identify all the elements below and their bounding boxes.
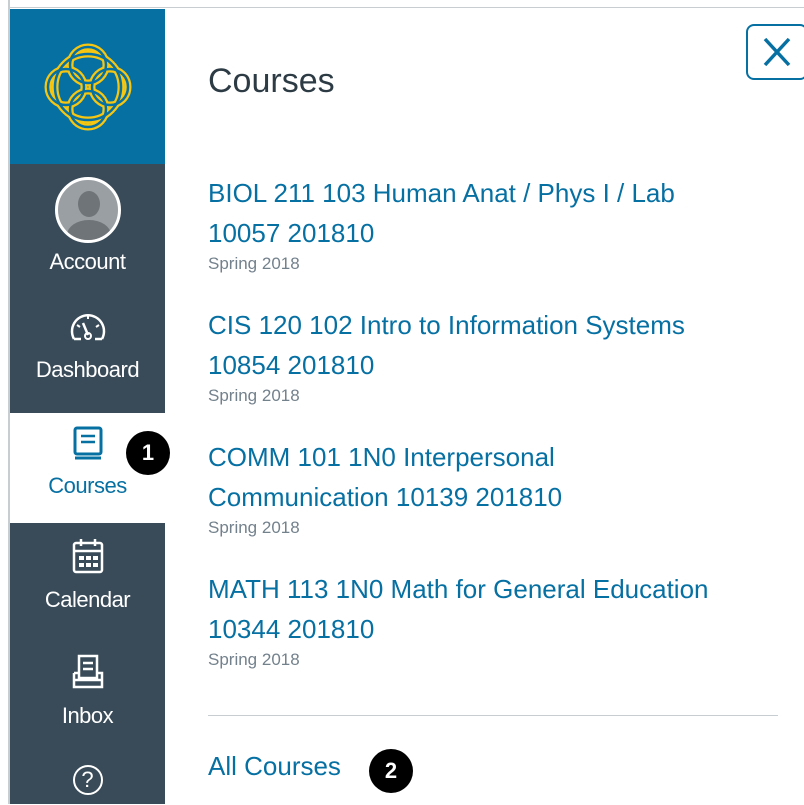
course-name-line2: 10057 201810	[208, 218, 375, 248]
all-courses-link[interactable]: All Courses	[208, 751, 341, 782]
avatar-icon	[54, 177, 121, 243]
course-term: Spring 2018	[208, 386, 300, 405]
window-left-edge	[0, 0, 10, 804]
nav-item-calendar[interactable]: Calendar	[10, 537, 165, 632]
tray-divider	[208, 715, 778, 716]
course-name-line2: 10344 201810	[208, 614, 375, 644]
course-item: BIOL 211 103 Human Anat / Phys I / Lab 1…	[208, 173, 788, 275]
course-link[interactable]: COMM 101 1N0 Interpersonal Communication…	[208, 437, 788, 517]
close-icon	[763, 37, 791, 67]
courses-tray: Courses BIOL 211 103 Human Anat / Phys I…	[165, 9, 804, 804]
window-top-edge	[0, 0, 804, 8]
close-tray-button[interactable]	[746, 24, 804, 80]
nav-item-label: Courses	[48, 473, 127, 498]
course-link[interactable]: MATH 113 1N0 Math for General Education …	[208, 569, 788, 649]
nav-item-label: Account	[49, 249, 127, 274]
institution-logo[interactable]	[10, 9, 165, 164]
course-name-line2: 10854 201810	[208, 350, 375, 380]
nav-item-label: Inbox	[61, 703, 114, 728]
course-name-line1: BIOL 211 103 Human Anat / Phys I / Lab	[208, 178, 675, 208]
help-glyph: ?	[81, 767, 94, 792]
courses-book-icon	[73, 426, 102, 460]
nav-item-dashboard[interactable]: Dashboard	[10, 309, 165, 407]
course-item: COMM 101 1N0 Interpersonal Communication…	[208, 437, 788, 539]
course-name-line1: COMM 101 1N0 Interpersonal	[208, 442, 555, 472]
nav-item-label: Calendar	[44, 587, 131, 612]
inbox-icon	[72, 654, 103, 689]
course-name-line2: Communication 10139 201810	[208, 482, 563, 512]
nav-item-label: Dashboard	[35, 357, 140, 382]
nav-item-inbox[interactable]: Inbox	[10, 653, 165, 748]
course-term: Spring 2018	[208, 518, 300, 537]
course-term: Spring 2018	[208, 650, 300, 669]
course-name-line1: CIS 120 102 Intro to Information Systems	[208, 310, 685, 340]
step-badge-1: 1	[126, 431, 170, 475]
course-link[interactable]: CIS 120 102 Intro to Information Systems…	[208, 305, 788, 385]
calendar-icon	[72, 539, 103, 574]
course-item: MATH 113 1N0 Math for General Education …	[208, 569, 788, 671]
celtic-knot-logo-icon	[44, 43, 131, 130]
step-badge-2: 2	[369, 749, 413, 793]
course-term: Spring 2018	[208, 254, 300, 273]
nav-item-help[interactable]: ?	[10, 765, 165, 805]
nav-item-account[interactable]: Account	[10, 177, 165, 282]
dashboard-gauge-icon	[70, 314, 105, 341]
course-item: CIS 120 102 Intro to Information Systems…	[208, 305, 788, 407]
global-navigation: Account Dashboard Courses Calendar Inbox…	[10, 9, 165, 804]
tray-title: Courses	[208, 62, 335, 100]
help-icon: ?	[72, 765, 103, 795]
course-link[interactable]: BIOL 211 103 Human Anat / Phys I / Lab 1…	[208, 173, 788, 253]
course-name-line1: MATH 113 1N0 Math for General Education	[208, 574, 709, 604]
